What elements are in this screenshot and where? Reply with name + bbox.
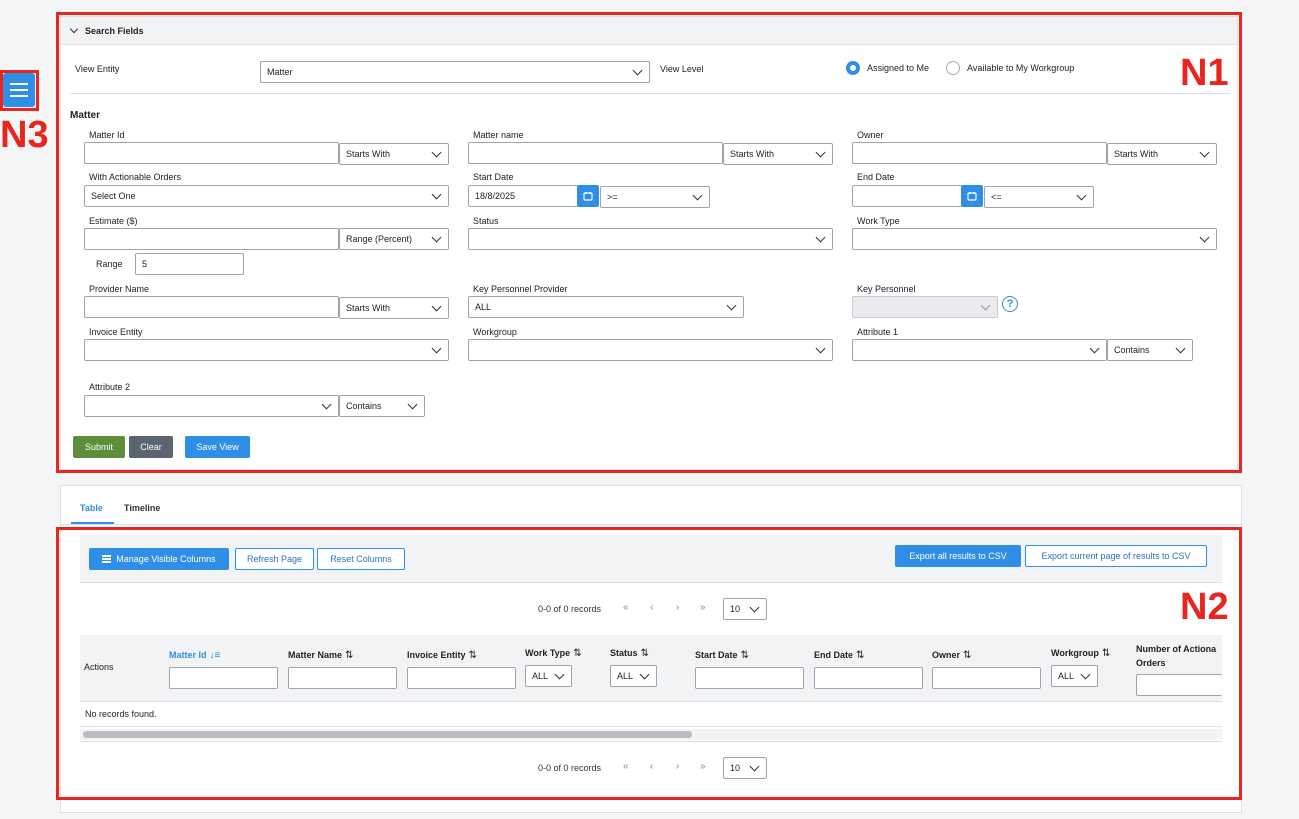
tab-divider [60,524,1242,525]
tab-table[interactable]: Table [80,503,103,513]
annotation-box-n3 [0,70,39,111]
annotation-label-n1: N1 [1180,52,1229,94]
annotation-box-n2 [56,527,1242,800]
tab-timeline[interactable]: Timeline [124,503,160,513]
annotation-label-n2: N2 [1180,586,1229,628]
annotation-label-n3: N3 [0,114,49,156]
annotation-box-n1 [56,12,1242,473]
